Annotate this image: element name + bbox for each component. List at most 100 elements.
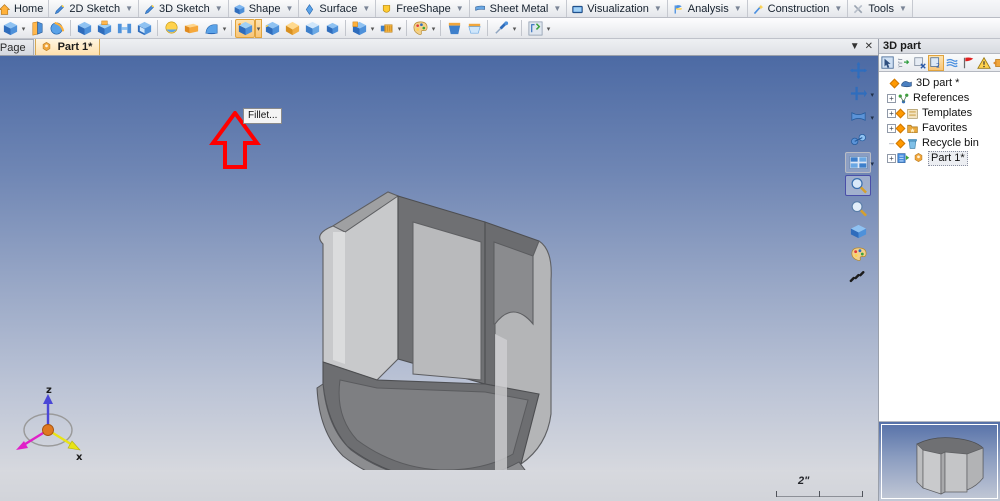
sweep-tool[interactable] [47,19,67,38]
display-style-icon[interactable] [845,244,871,265]
filter-tree-icon[interactable]: 2 [928,54,944,71]
tree-item-recycle-bin[interactable]: – Recycle bin [881,136,1000,151]
render-mode-icon[interactable] [845,221,871,242]
pencil-blue-icon [53,3,66,16]
tree-item-3d-part[interactable]: 3D part * [881,76,1000,91]
pan-icon[interactable]: ▾ [845,83,874,104]
fillet-dropdown[interactable]: ▾ [255,18,262,38]
fit-all-icon[interactable] [845,60,871,81]
layers-icon[interactable] [944,55,960,71]
ribbon-tab-2d-sketch[interactable]: 2D Sketch ▼ [49,0,140,17]
tree-item-label: Recycle bin [922,137,979,149]
macro-tool[interactable] [525,19,545,38]
chevron-down-icon[interactable]: ▼ [362,5,370,13]
measure-tool[interactable] [491,19,511,38]
ribbon-tab-tools[interactable]: Tools ▼ [848,0,913,17]
part-blue-icon [900,77,913,90]
select-tool-icon[interactable] [880,55,896,71]
chevron-down-icon[interactable]: ▾ [870,114,874,122]
shell-tool[interactable] [134,19,154,38]
tab-list-dropdown-icon[interactable]: ▼ [850,42,860,52]
tree-item-favorites[interactable]: + Favorites [881,121,1000,136]
chevron-down-icon[interactable]: ▼ [125,5,133,13]
prism-tool[interactable] [181,19,201,38]
offset-tool[interactable] [322,19,342,38]
chevron-down-icon[interactable]: ▼ [654,5,662,13]
document-tab-controls: ▼ ✕ [844,39,878,56]
ribbon-tab-sheet-metal[interactable]: Sheet Metal ▼ [469,0,568,17]
ribbon-tab-surface[interactable]: Surface ▼ [299,0,377,17]
chevron-down-icon[interactable]: ▼ [456,5,464,13]
tree-item-templates[interactable]: + Templates [881,106,1000,121]
material-dropdown[interactable]: ▾ [430,19,437,38]
tree-item-references[interactable]: + References [881,91,1000,106]
ribbon-tab-freeshape[interactable]: FreeShape ▼ [376,0,470,17]
ribbon-tab-label: Home [14,3,44,15]
feature-tree[interactable]: 3D part * + References + Templates + Fav… [879,72,1000,421]
warning-icon[interactable] [976,55,992,71]
cube-primitive-tool[interactable] [94,19,114,38]
macro-dropdown[interactable]: ▾ [545,19,552,38]
chamfer-tool[interactable] [262,19,282,38]
ribbon-tab-bar: Home 2D Sketch ▼ 3D Sketch ▼ Shape ▼ Sur… [0,0,1000,18]
flag-icon[interactable] [960,55,976,71]
extrude-tool[interactable] [0,19,20,38]
boolean-tool[interactable] [349,19,369,38]
document-tab-part-1[interactable]: Part 1* [34,39,101,55]
tree-status-diamond [895,138,906,149]
cone-dropdown[interactable]: ▾ [221,19,228,38]
trim-tool[interactable] [464,19,484,38]
zoom-window-icon[interactable] [845,175,871,196]
ribbon-tab-filler [912,0,1000,17]
orbit-icon[interactable] [845,129,871,150]
thread-tool[interactable] [376,19,396,38]
3d-viewport[interactable]: Fillet... ▾ ▾ ▾ z x [0,56,878,470]
measure-dropdown[interactable]: ▾ [511,19,518,38]
drag-handle-icon[interactable] [845,267,871,288]
box-tool[interactable] [74,19,94,38]
ribbon-tab-3d-sketch[interactable]: 3D Sketch ▼ [139,0,229,17]
ribbon-tab-shape[interactable]: Shape ▼ [228,0,300,17]
tree-item-part-1[interactable]: + Part 1* [881,151,1000,166]
tree-expander-plus[interactable]: + [887,154,896,163]
loft-tool[interactable] [27,19,47,38]
cube-primitive-icon [97,20,111,35]
chevron-down-icon[interactable]: ▼ [899,5,907,13]
properties-icon[interactable] [992,55,1000,71]
panel-title: 3D part [879,39,1000,54]
chevron-down-icon[interactable]: ▾ [870,91,874,99]
pattern-tool[interactable] [114,19,134,38]
split-tool[interactable] [444,19,464,38]
taper-tool[interactable] [302,19,322,38]
sphere-tool[interactable] [161,19,181,38]
ribbon-tab-construction[interactable]: Construction ▼ [747,0,849,17]
extrude-dropdown[interactable]: ▾ [20,19,27,38]
monitor-icon [571,3,584,16]
cone-tool[interactable] [201,19,221,38]
ribbon-tab-label: Construction [767,3,830,15]
boolean-dropdown[interactable]: ▾ [369,19,376,38]
fillet-tool[interactable] [235,18,255,38]
chevron-down-icon[interactable]: ▼ [734,5,742,13]
chevron-down-icon[interactable]: ▾ [870,160,874,168]
material-tool[interactable] [410,19,430,38]
ribbon-tab-analysis[interactable]: Analysis ▼ [667,0,748,17]
expand-tree-icon[interactable] [896,55,912,71]
rotate-icon[interactable]: ▾ [845,106,874,127]
ribbon-tab-home[interactable]: Home [0,0,50,17]
thread-dropdown[interactable]: ▾ [396,19,403,38]
chevron-down-icon[interactable]: ▼ [286,5,294,13]
zoom-icon[interactable] [845,198,871,219]
chevron-down-icon[interactable]: ▼ [553,5,561,13]
chevron-down-icon[interactable]: ▼ [215,5,223,13]
document-tab-start-page[interactable]: art Page [0,39,34,55]
ribbon-tab-visualization[interactable]: Visualization ▼ [567,0,668,17]
draft-tool[interactable] [282,19,302,38]
tree-expander-plus[interactable]: + [887,94,896,103]
pattern-icon [117,23,131,33]
3d-model-part[interactable] [285,184,575,470]
collapse-tree-icon[interactable] [912,55,928,71]
chevron-down-icon[interactable]: ▼ [834,5,842,13]
close-icon[interactable]: ✕ [865,42,873,52]
standard-views-icon[interactable]: ▾ [845,152,874,173]
